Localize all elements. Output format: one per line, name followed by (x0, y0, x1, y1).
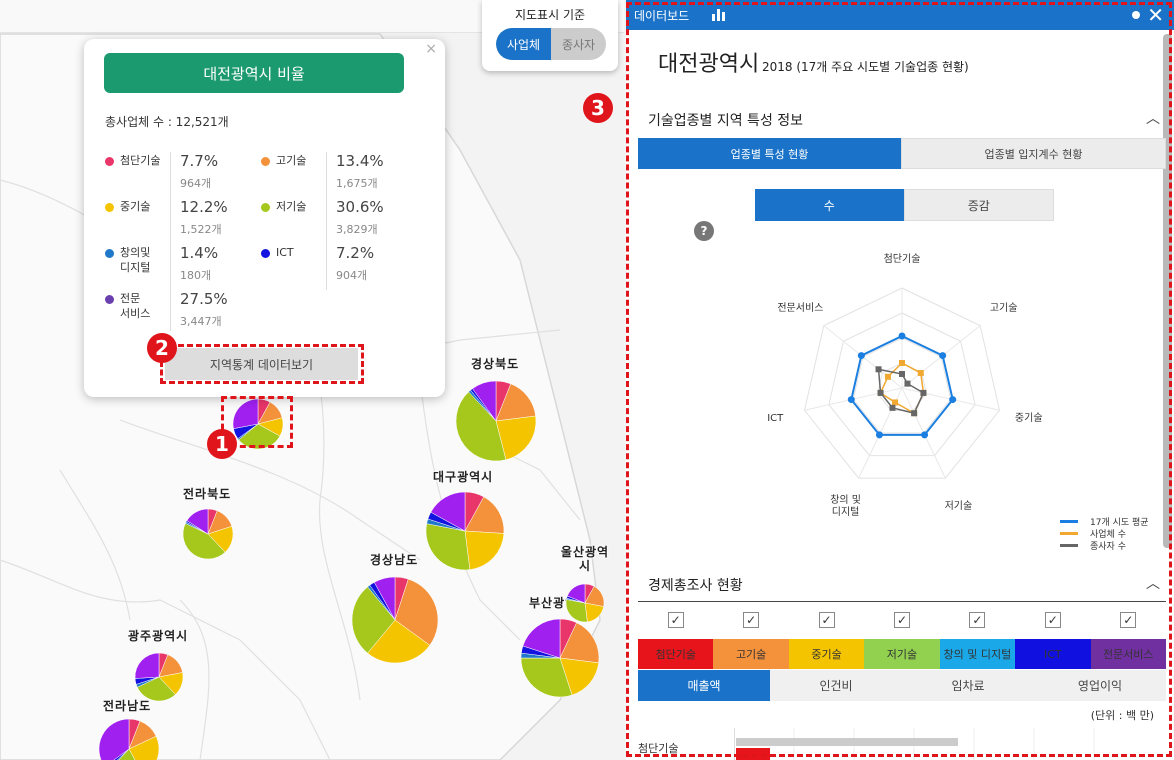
pie-gwangju[interactable] (134, 652, 184, 702)
creative-digital-dot-icon (105, 249, 114, 258)
stat-label: 저기술 (276, 200, 307, 213)
stat-label: ICT (276, 246, 294, 259)
pie-gyeongnam[interactable] (351, 576, 439, 664)
pie-slice (464, 530, 505, 570)
annotation-box-3 (626, 2, 1172, 757)
region-label-gyeongnam: 경상남도 (370, 553, 419, 567)
stat-count: 180개 (180, 269, 212, 282)
stat-percent: 7.2% (336, 244, 375, 262)
stat-percent: 1.4% (180, 244, 219, 262)
low-tech-dot-icon (261, 203, 270, 212)
pie-busan[interactable] (520, 618, 600, 698)
stat-count: 3,447개 (180, 315, 222, 328)
map-basis-panel: 지도표시 기준 사업체 종사자 (482, 0, 618, 71)
stat-count: 3,829개 (336, 223, 378, 236)
annotation-marker-2: 2 (147, 333, 177, 363)
stat-count: 904개 (336, 269, 368, 282)
pie-jeonnam[interactable] (98, 718, 160, 760)
pie-jeonbuk[interactable] (182, 508, 234, 560)
popup-total-count: 총사업체 수 : 12,521개 (105, 115, 229, 129)
stat-percent: 27.5% (180, 290, 228, 308)
stat-percent: 30.6% (336, 198, 384, 216)
map-basis-title: 지도표시 기준 (514, 8, 586, 22)
stat-label: 중기술 (120, 200, 151, 213)
divider (326, 152, 327, 290)
basis-business-option[interactable]: 사업체 (496, 28, 551, 60)
region-label-gwangju: 광주광역시 (128, 629, 189, 643)
stat-count: 1,675개 (336, 177, 378, 190)
annotation-box-2 (160, 344, 364, 384)
region-map[interactable]: 경상북도 대구광역시 전라북도 경상남도 울산광역시 부산광역시 광주광역시 전… (0, 0, 624, 760)
high-tech-dot-icon (105, 157, 114, 166)
ict-dot-icon (261, 249, 270, 258)
map-basis-toggle[interactable]: 사업체 종사자 (496, 28, 606, 60)
basis-employee-option[interactable]: 종사자 (551, 28, 606, 60)
mid-tech-dot-icon (105, 203, 114, 212)
stat-label: 전문 서비스 (120, 292, 151, 320)
stat-percent: 13.4% (336, 152, 384, 170)
region-label-daegu: 대구광역시 (433, 470, 494, 484)
pie-slice (134, 652, 160, 679)
stat-label: 창의및 디지털 (120, 246, 151, 274)
region-label-ulsan: 울산광역시 (560, 545, 610, 573)
dashboard-panel: 데이터보드 ✕ 대전광역시 2018 (17개 주요 시도별 기술업종 현황) … (626, 0, 1174, 760)
popup-close-icon[interactable]: × (425, 41, 437, 57)
annotation-marker-3: 3 (583, 93, 613, 123)
region-label-gyeongbuk: 경상북도 (471, 357, 520, 371)
pie-daegu[interactable] (425, 491, 505, 571)
pie-gyeongbuk[interactable] (455, 380, 537, 462)
stat-percent: 7.7% (180, 152, 219, 170)
region-label-jeonbuk: 전라북도 (183, 487, 232, 501)
popup-title: 대전광역시 비율 (104, 53, 404, 93)
mid-high-tech-dot-icon (261, 157, 270, 166)
stat-count: 964개 (180, 177, 212, 190)
annotation-marker-1: 1 (207, 429, 237, 459)
stat-label: 첨단기술 (120, 154, 161, 167)
stat-label: 고기술 (276, 154, 307, 167)
stat-percent: 12.2% (180, 198, 228, 216)
pie-ulsan[interactable] (565, 583, 605, 623)
stat-count: 1,522개 (180, 223, 222, 236)
professional-services-dot-icon (105, 295, 114, 304)
